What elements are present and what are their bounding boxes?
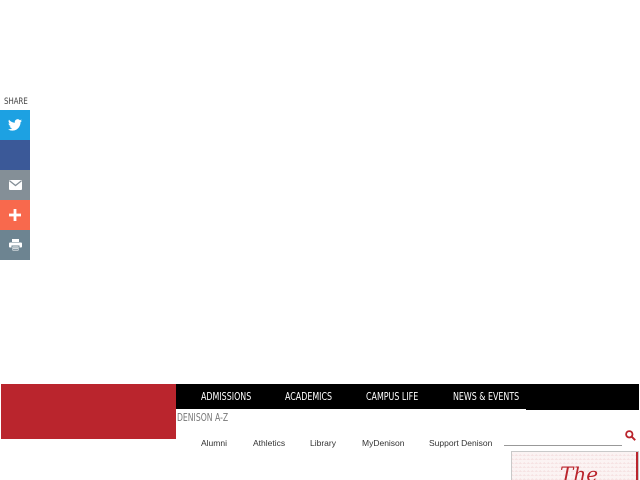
page: SHARE Admissions Academics [0, 0, 640, 480]
printer-icon [8, 239, 22, 251]
envelope-icon [8, 180, 22, 190]
nav-item-admissions[interactable]: Admissions [201, 384, 251, 409]
main-nav: Admissions Academics Campus Life News & … [176, 384, 639, 409]
twitter-icon [8, 119, 22, 131]
utility-link-athletics[interactable]: Athletics [253, 438, 285, 448]
utility-link-library[interactable]: Library [310, 438, 336, 448]
email-share-button[interactable] [0, 170, 30, 200]
utility-link-alumni[interactable]: Alumni [201, 438, 227, 448]
utility-link-mydenison[interactable]: MyDenison [362, 438, 405, 448]
search-icon[interactable] [625, 430, 636, 441]
nav-item-news-events[interactable]: News & Events [453, 384, 519, 409]
share-label: SHARE [4, 97, 28, 107]
nav-divider [526, 409, 639, 410]
plus-icon [9, 209, 21, 221]
promo-banner[interactable]: The [511, 451, 639, 480]
twitter-share-button[interactable] [0, 110, 30, 140]
nav-item-campus-life[interactable]: Campus Life [366, 384, 418, 409]
promo-title: The [560, 462, 599, 480]
more-share-button[interactable] [0, 200, 30, 230]
promo-accent-edge [636, 452, 638, 480]
search-input[interactable] [504, 428, 622, 446]
brand-logo-block[interactable] [1, 384, 176, 439]
nav-item-academics[interactable]: Academics [285, 384, 332, 409]
denison-a-z-link[interactable]: Denison A-Z [177, 411, 228, 424]
facebook-icon [11, 148, 19, 162]
facebook-share-button[interactable] [0, 140, 30, 170]
print-share-button[interactable] [0, 230, 30, 260]
utility-link-support-denison[interactable]: Support Denison [429, 438, 492, 448]
